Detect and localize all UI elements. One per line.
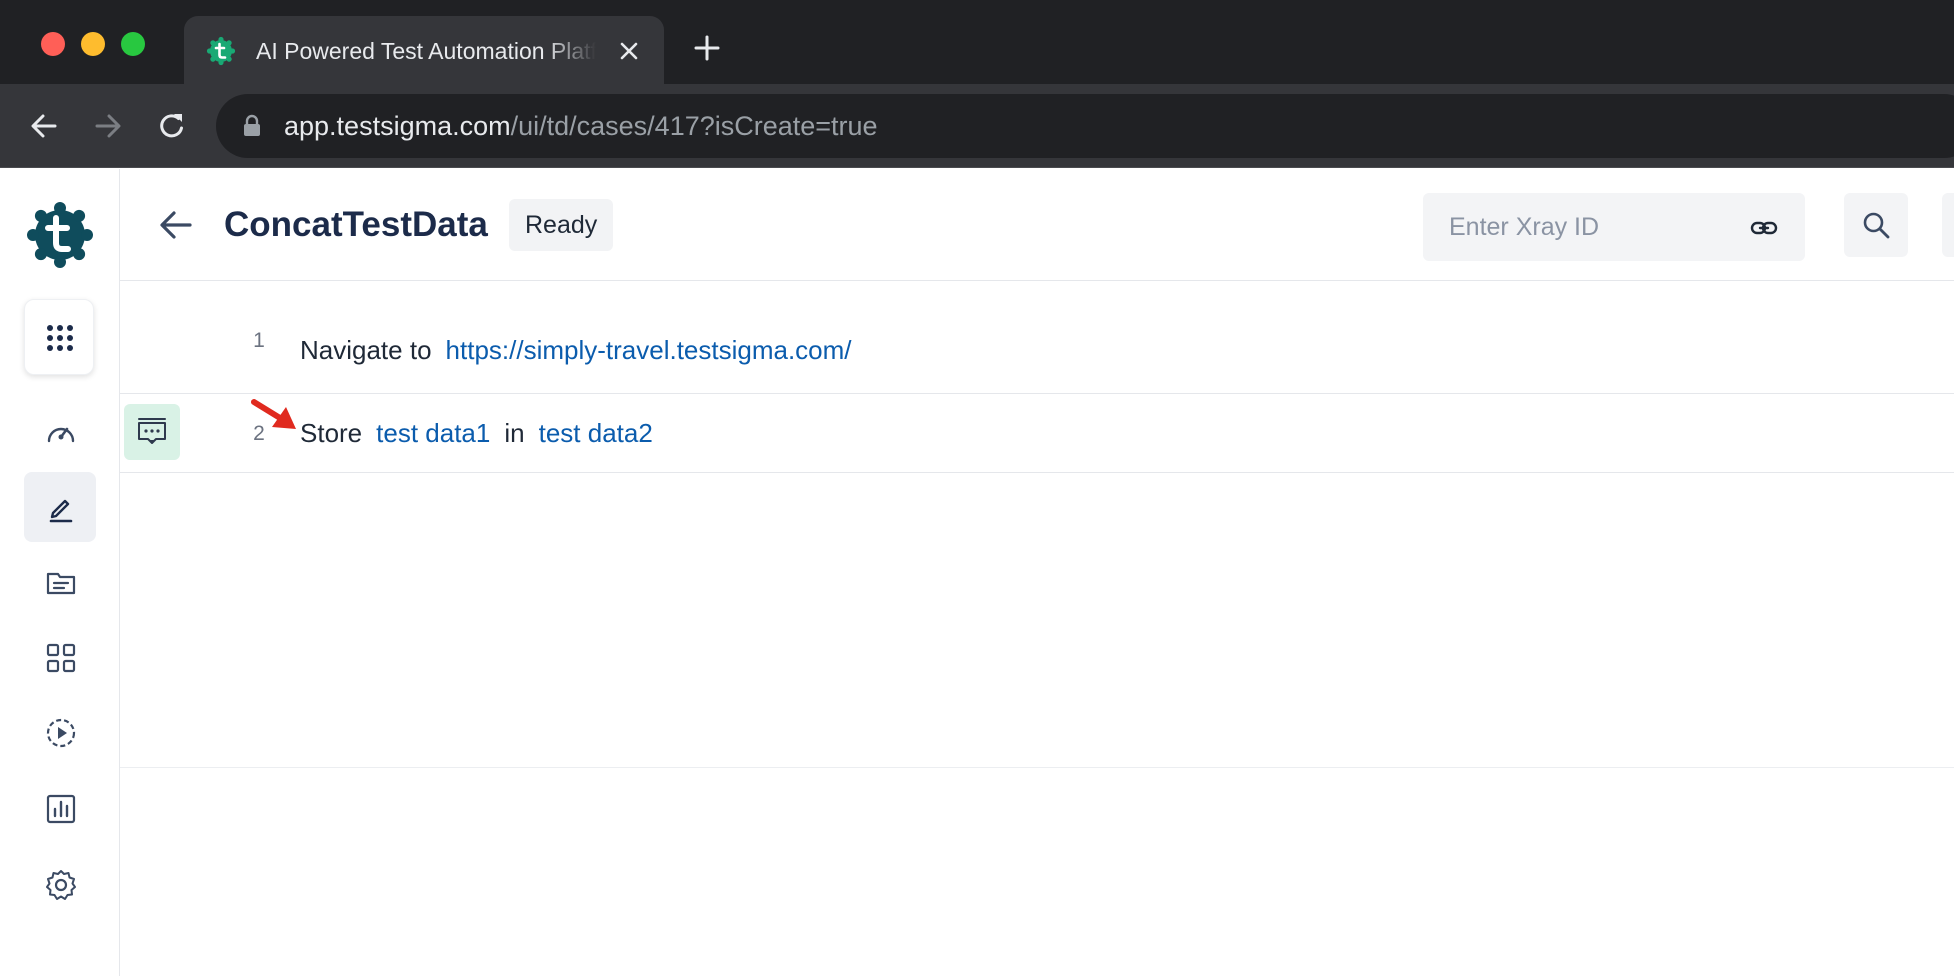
close-window-button[interactable] [41,32,65,56]
minimize-window-button[interactable] [81,32,105,56]
apps-menu-button[interactable] [24,299,94,375]
xray-id-input[interactable] [1449,193,1729,261]
page-title: ConcatTestData [224,205,488,244]
apps-grid-icon [47,325,73,351]
lock-icon [244,114,260,136]
browser-toolbar: app.testsigma.com/ui/td/cases/417?isCrea… [0,84,1954,168]
step-comment-button[interactable] [124,404,180,460]
step-number: 1 [253,329,265,352]
status-badge[interactable]: Ready [509,199,614,251]
grid-icon [46,643,76,673]
sidebar-item-dashboard[interactable] [24,397,96,467]
comment-icon [138,418,166,444]
tab-title: AI Powered Test Automation Platform [256,38,596,64]
testsigma-logo-icon[interactable] [26,201,94,269]
sidebar [0,169,120,976]
sidebar-item-reports[interactable] [24,773,96,843]
annotation-arrow-icon [251,399,296,429]
sidebar-item-test-data[interactable] [24,547,96,617]
xray-id-field [1423,193,1805,261]
address-bar[interactable]: app.testsigma.com/ui/td/cases/417?isCrea… [216,94,1954,158]
step-keyword: Store [300,418,363,448]
search-button[interactable] [1844,193,1908,257]
dashboard-icon [47,427,75,443]
sidebar-item-test-development[interactable] [24,472,96,542]
browser-tab[interactable]: AI Powered Test Automation Platform [184,16,664,84]
reload-icon[interactable] [154,108,190,144]
browser-titlebar: AI Powered Test Automation Platform [0,0,1954,84]
step-text: Navigate to https://simply-travel.testsig… [300,333,866,367]
close-tab-icon[interactable] [615,37,643,65]
step-test-data[interactable]: test data1 [376,418,490,448]
forward-icon[interactable] [90,108,126,144]
sidebar-item-runs[interactable] [24,697,96,767]
run-icon [46,718,76,748]
zoom-window-button[interactable] [121,32,145,56]
sidebar-item-settings[interactable] [24,849,96,919]
sidebar-item-modules[interactable] [24,622,96,692]
divider [120,767,1954,768]
step-text: Store test data1 in test data2 [300,416,667,450]
back-icon[interactable] [26,108,62,144]
edit-icon [49,499,73,523]
test-step-row[interactable]: 1 Navigate to https://simply-travel.tests… [120,311,1954,391]
link-icon[interactable] [1749,213,1779,243]
document-icon [46,572,76,595]
reports-icon [46,794,76,824]
url-text: app.testsigma.com/ui/td/cases/417?isCrea… [284,111,878,141]
page-header: ConcatTestData Ready [120,169,1954,281]
step-test-data[interactable]: test data2 [539,418,653,448]
step-keyword: Navigate to [300,335,432,365]
new-tab-icon[interactable] [692,33,722,63]
app-container: ConcatTestData Ready 1 Navigate to https:… [0,169,1954,976]
search-icon [1863,212,1890,239]
test-step-row[interactable]: 2 Store test data1 in test data2 [120,393,1954,473]
settings-icon [46,870,76,900]
testsigma-favicon-icon [206,36,236,66]
step-test-data-url[interactable]: https://simply-travel.testsigma.com/ [446,335,852,365]
step-keyword: in [504,418,525,448]
more-actions-button[interactable] [1942,193,1954,257]
back-arrow-icon[interactable] [156,205,196,245]
